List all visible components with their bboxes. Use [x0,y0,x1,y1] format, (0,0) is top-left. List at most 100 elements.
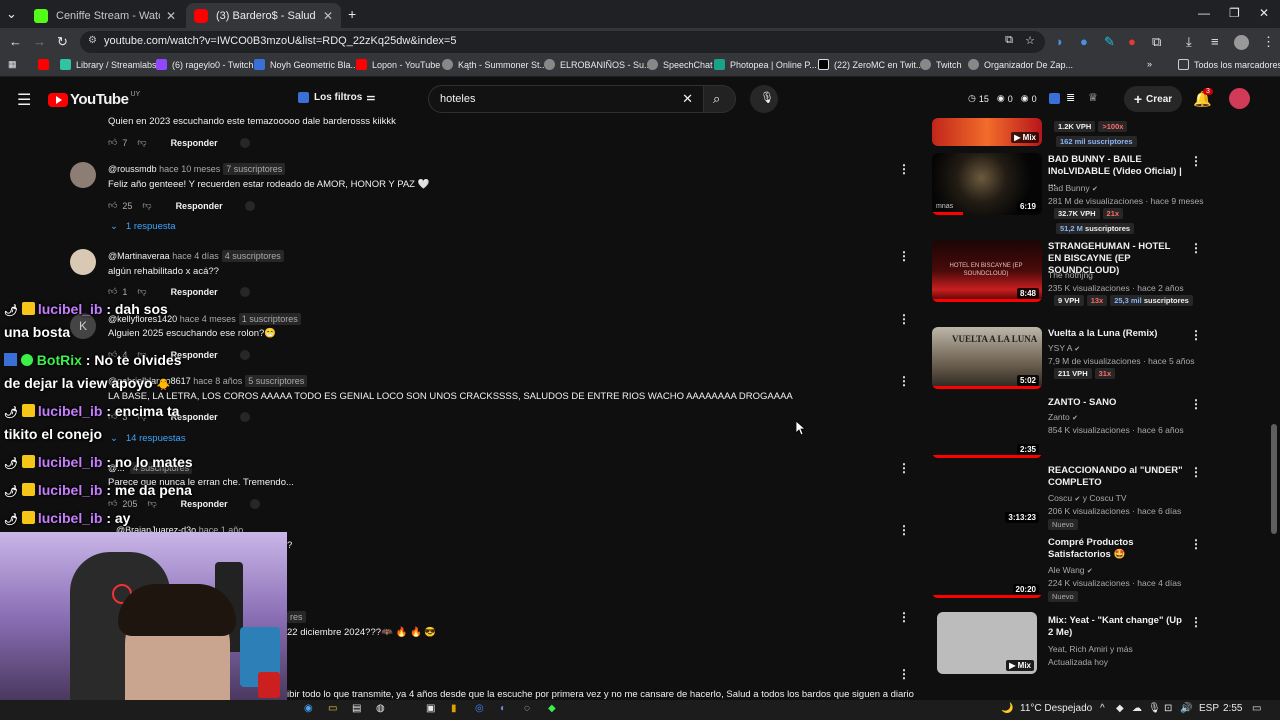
site-info-icon[interactable]: ⚙ [88,35,97,46]
like-icon[interactable]: 👍︎ [108,200,117,211]
video-title[interactable]: Vuelta a la Luna (Remix) [1048,328,1183,340]
trophy-icon[interactable]: ♕ [1088,91,1098,104]
app-icon[interactable]: ▮ [451,703,457,714]
bookmark-youtube-icon[interactable] [38,59,54,70]
comment-more-icon[interactable]: ⋮ [898,610,910,624]
file-explorer-icon[interactable]: ▭ [328,703,337,714]
like-icon[interactable]: 👍︎ [108,286,117,297]
voice-search-button[interactable]: 🎙 [750,85,778,113]
bookmark-item[interactable]: SpeechChat [647,59,713,70]
reading-list-icon[interactable]: ≡ [1211,34,1219,50]
url-text[interactable]: youtube.com/watch?v=IWCO0B3mzoU&list=RDQ… [104,35,456,47]
extensions-puzzle-icon[interactable]: ⧉ [1152,34,1161,50]
video-title[interactable]: Compré Productos Satisfactorios 🤩 [1048,537,1183,561]
filters-button[interactable]: Los filtros ⚌ [298,92,375,103]
comment-more-icon[interactable]: ⋮ [898,523,910,537]
clock[interactable]: 2:55 [1223,703,1242,714]
steam-icon[interactable]: ◍ [376,703,385,714]
video-title[interactable]: ZANTO - SANO [1048,397,1183,409]
comment-more-icon[interactable]: ⋮ [898,374,910,388]
comment-more-icon[interactable]: ⋮ [898,667,910,681]
video-more-icon[interactable]: ⋮ [1190,537,1202,551]
video-thumbnail[interactable]: mnas 6:19 [932,153,1042,215]
chrome-icon[interactable]: ◎ [475,703,484,714]
address-bar[interactable]: ⚙ youtube.com/watch?v=IWCO0B3mzoU&list=R… [80,31,1045,53]
video-thumbnail[interactable]: 20:20 [932,536,1042,598]
edge-icon[interactable]: ◉ [304,703,313,714]
reply-button[interactable]: Responder [171,287,218,297]
comment-author[interactable]: @Martinaveraa hace 4 días 4 suscriptores [108,250,284,262]
video-thumbnail[interactable]: 2:35 [932,396,1042,458]
close-tab-icon[interactable]: ✕ [323,9,333,23]
extension-translate-icon[interactable]: ◗ [1056,34,1064,50]
obs-icon[interactable]: ◌ [524,703,530,714]
bookmark-item[interactable]: Library / Streamlabs [60,59,157,70]
reply-button[interactable]: Responder [181,499,228,509]
bookmark-item[interactable]: (6) rageylo0 - Twitch [156,59,253,70]
video-thumbnail[interactable]: ▶︎ Mix [932,118,1042,146]
bookmark-item[interactable]: ELROBANIÑOS - Su... [544,59,652,70]
hamburger-menu-icon[interactable]: ☰ [17,90,31,110]
user-avatar[interactable] [1229,88,1250,109]
search-button[interactable]: ⌕ [704,85,736,113]
weather-text[interactable]: 11°C Despejado [1020,703,1092,714]
video-channel[interactable]: Zanto ✔ [1048,412,1078,422]
app-icon[interactable]: ◆ [548,703,556,714]
notification-center-icon[interactable]: ▭ [1252,703,1261,714]
video-thumbnail[interactable]: VUELTA A LA LUNA 5:02 [932,327,1042,389]
mic-tray-icon[interactable]: 🎙 [1148,703,1161,714]
comment-more-icon[interactable]: ⋮ [898,461,910,475]
bookmark-item[interactable]: (22) ZeroMC en Twit... [818,59,923,70]
forward-icon[interactable]: → [33,34,46,50]
video-more-icon[interactable]: ⋮ [1190,397,1202,411]
downloads-icon[interactable]: ⤓ [1186,34,1192,50]
dislike-icon[interactable]: 👎︎ [147,498,156,509]
video-channel[interactable]: Yeat, Rich Amiri y más [1048,644,1133,654]
list-icon[interactable]: ≣ [1066,91,1075,104]
language-indicator[interactable]: ESP [1199,703,1219,714]
app-icon[interactable]: ▣ [426,703,435,714]
restore-icon[interactable]: ❐ [1229,6,1240,20]
bookmark-item[interactable]: Photopea | Online P... [714,59,817,70]
minimize-icon[interactable]: — [1198,6,1210,20]
reload-icon[interactable]: ↻ [57,34,68,50]
video-channel[interactable]: YSY A ✔ [1048,343,1080,353]
youtube-logo[interactable]: YouTube UY [48,91,140,108]
mix-thumbnail[interactable]: ▶︎ Mix [937,612,1037,674]
video-thumbnail[interactable]: HOTEL EN BISCAYNE (EP SOUNDCLOUD) 8:48 [932,240,1042,302]
view-replies-button[interactable]: ⌄ 1 respuesta [110,221,176,232]
video-more-icon[interactable]: ⋮ [1190,154,1202,168]
more-bookmarks-icon[interactable]: » [1147,59,1152,69]
extension-pen-icon[interactable]: ✎ [1104,34,1115,50]
network-icon[interactable]: ⊡ [1164,703,1172,714]
video-more-icon[interactable]: ⋮ [1190,328,1202,342]
bookmark-item[interactable]: Lopon - YouTube [356,59,440,70]
video-thumbnail[interactable]: 3:13:23 [932,464,1042,526]
video-more-icon[interactable]: ⋮ [1190,465,1202,479]
clear-search-icon[interactable]: ✕ [682,91,693,107]
create-button[interactable]: + Crear [1124,86,1182,112]
browser-tab-youtube[interactable]: (3) Bardero$ - Salud - YouTube ✕ [186,3,341,28]
profile-avatar[interactable] [1234,35,1249,50]
video-more-icon[interactable]: ⋮ [1190,615,1202,629]
tray-icon[interactable]: ◆ [1116,703,1124,714]
install-icon[interactable]: ⧉ [1005,34,1013,47]
extension-blue-icon[interactable]: ● [1080,34,1088,50]
tab-search-icon[interactable]: ⌄ [6,6,17,22]
tray-overflow-icon[interactable]: ^ [1100,703,1105,714]
comment-more-icon[interactable]: ⋮ [898,312,910,326]
comment-author[interactable]: res [287,611,306,623]
browser-tab-kick[interactable]: Ceniffe Stream - Watch Live on ✕ [26,3,184,28]
bookmark-item[interactable]: Kąth - Summoner St... [442,59,547,70]
like-icon[interactable]: 👍︎ [108,498,117,509]
reply-button[interactable]: Responder [176,201,223,211]
close-tab-icon[interactable]: ✕ [166,9,176,23]
app-icon[interactable]: ▤ [352,703,361,714]
discord-icon[interactable]: ◐ [500,703,506,714]
bookmark-item[interactable]: Twitch [920,59,962,70]
dislike-icon[interactable]: 👎︎ [137,286,146,297]
bookmark-star-icon[interactable]: ☆ [1025,34,1035,47]
back-icon[interactable]: ← [9,34,22,50]
scrollbar-thumb[interactable] [1271,424,1277,534]
video-channel[interactable]: Coscu ✔ y Coscu TV [1048,493,1127,503]
